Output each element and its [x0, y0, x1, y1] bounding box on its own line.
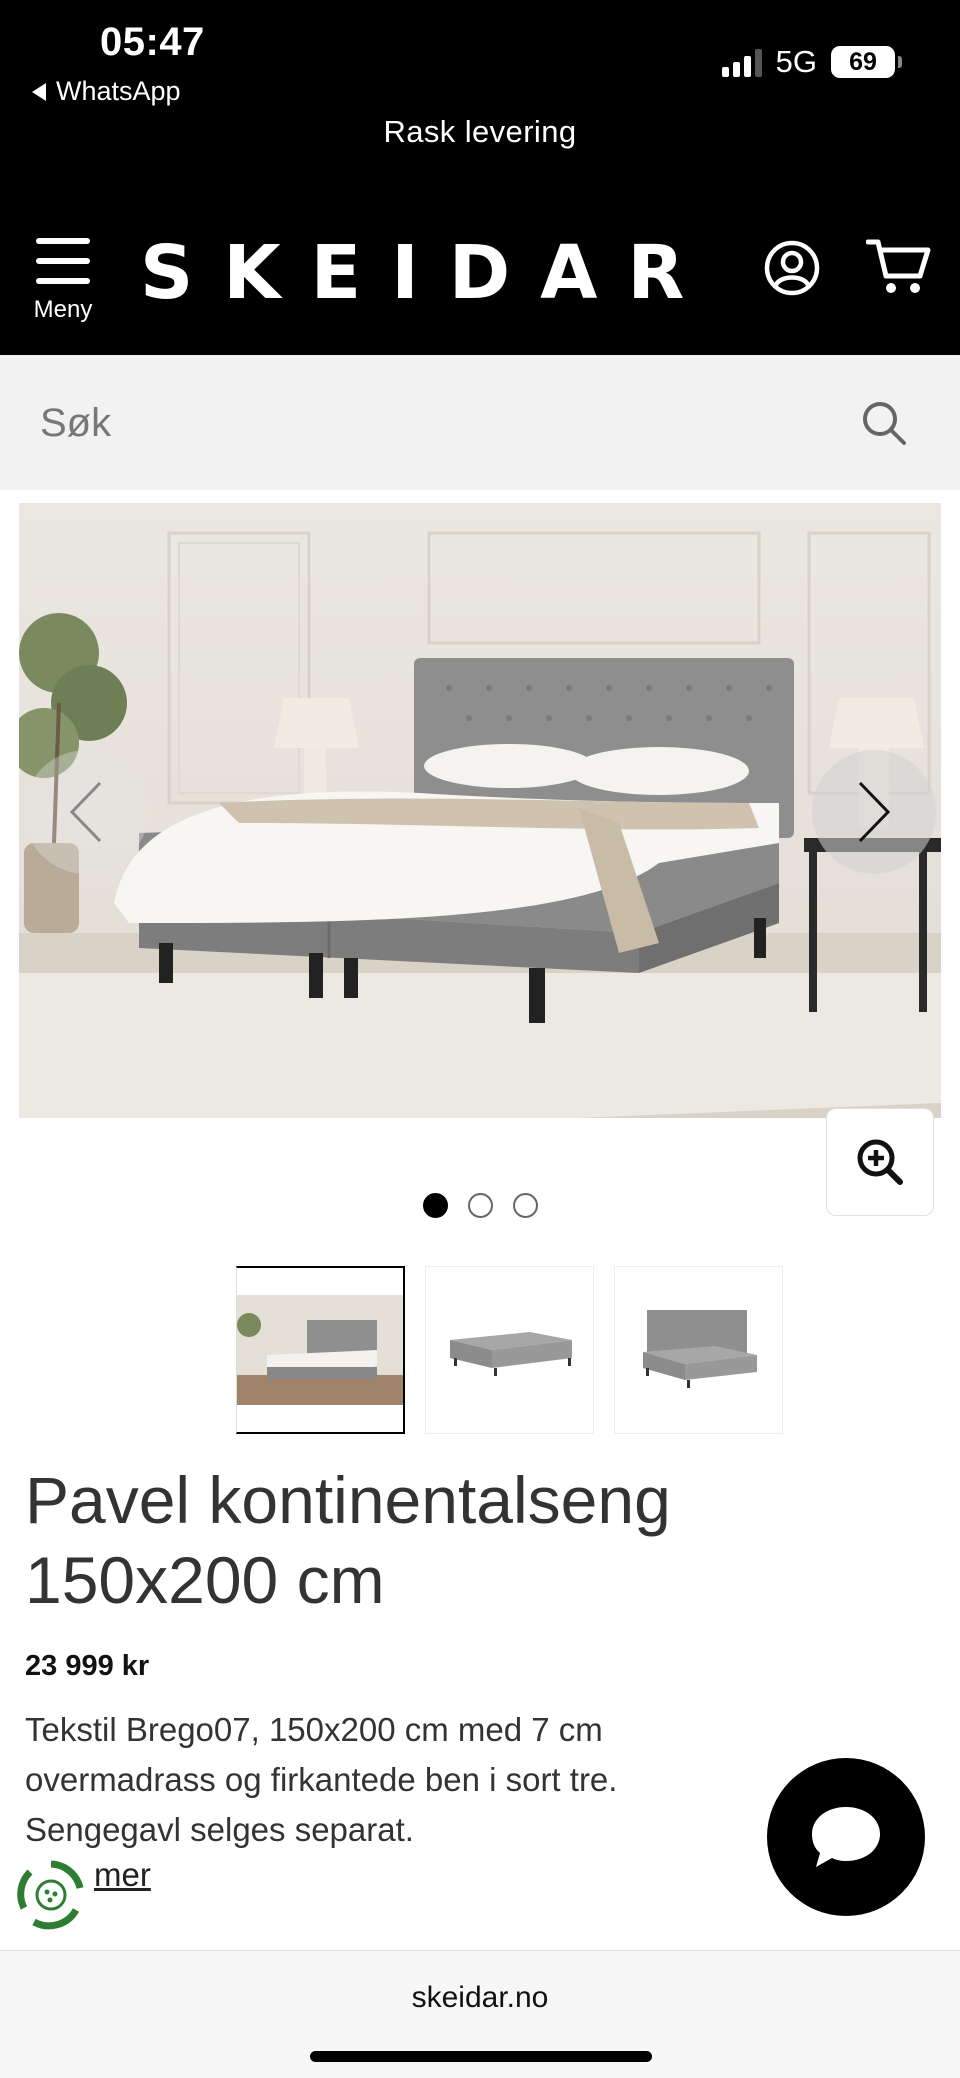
chevron-right-icon	[858, 781, 891, 843]
browser-bar: skeidar.no	[0, 1950, 960, 2078]
status-time: 05:47	[100, 20, 205, 64]
chat-bubble-icon	[812, 1807, 880, 1867]
hamburger-icon	[36, 238, 90, 284]
brand-logo[interactable]: SKEIDAR	[140, 230, 714, 316]
promo-banner[interactable]: Rask levering	[0, 114, 960, 150]
account-icon[interactable]	[764, 240, 820, 296]
gallery-next-button[interactable]	[812, 750, 936, 874]
chevron-left-icon	[69, 781, 102, 843]
product-price: 23 999 kr	[25, 1650, 150, 1682]
read-more-link[interactable]: mer	[94, 1856, 151, 1894]
home-indicator[interactable]	[310, 2051, 652, 2062]
thumbnail-bedroom-photo	[237, 1295, 403, 1405]
thumbnail-3[interactable]	[614, 1266, 783, 1434]
pagination-dot-2[interactable]	[467, 1193, 493, 1218]
back-to-app-link[interactable]: WhatsApp	[32, 76, 181, 107]
pagination-dot-3[interactable]	[512, 1193, 538, 1218]
search-bar	[0, 355, 960, 490]
back-app-label: WhatsApp	[56, 76, 181, 106]
thumbnail-1[interactable]	[236, 1266, 405, 1434]
bed-photo	[19, 503, 941, 1118]
thumbnail-bed-headboard-photo	[642, 1310, 757, 1388]
search-input[interactable]	[40, 385, 840, 461]
menu-button[interactable]: Meny	[28, 238, 98, 334]
top-header: 05:47 WhatsApp 5G 69 Rask levering Meny …	[0, 0, 960, 355]
gallery-prev-button[interactable]	[24, 750, 148, 874]
menu-label: Meny	[33, 296, 93, 323]
back-arrow-icon	[32, 82, 46, 101]
product-title: Pavel kontinentalseng 150x200 cm	[25, 1463, 671, 1617]
signal-icon	[721, 47, 762, 77]
browser-url[interactable]: skeidar.no	[0, 1981, 960, 2015]
eco-badge-icon[interactable]	[14, 1858, 88, 1932]
pagination-dot-1[interactable]	[422, 1193, 448, 1218]
cart-icon[interactable]	[866, 236, 932, 298]
thumbnail-2[interactable]	[425, 1266, 594, 1434]
battery-icon: 69	[831, 46, 902, 78]
zoom-in-icon	[857, 1139, 903, 1185]
chat-button[interactable]	[767, 1758, 925, 1916]
gallery-pagination	[0, 1193, 960, 1218]
product-image[interactable]	[19, 503, 941, 1118]
search-icon[interactable]	[860, 399, 908, 447]
thumbnail-bed-base-photo	[449, 1332, 572, 1376]
thumbnail-strip	[236, 1266, 783, 1434]
network-label: 5G	[775, 44, 817, 79]
product-description: Tekstil Brego07, 150x200 cm med 7 cm ove…	[25, 1711, 618, 1848]
status-indicators: 5G 69	[721, 44, 902, 80]
